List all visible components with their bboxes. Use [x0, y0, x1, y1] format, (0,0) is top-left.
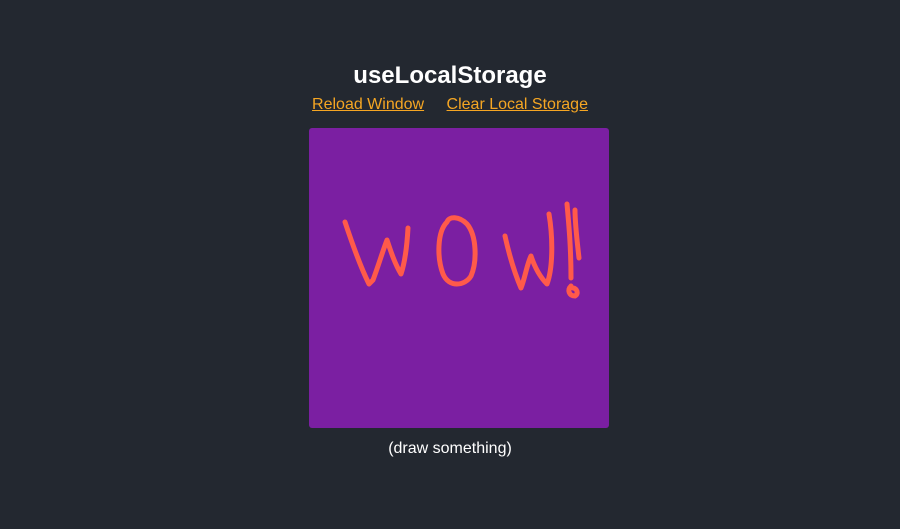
app-root: useLocalStorage Reload Window Clear Loca…	[0, 0, 900, 529]
page-title: useLocalStorage	[353, 62, 547, 89]
canvas-background	[309, 128, 609, 428]
action-links: Reload Window Clear Local Storage	[0, 94, 900, 116]
drawing-canvas[interactable]	[309, 128, 609, 428]
reload-window-link[interactable]: Reload Window	[312, 96, 424, 113]
clear-local-storage-link[interactable]: Clear Local Storage	[447, 96, 588, 113]
drawing-surface[interactable]	[309, 128, 609, 428]
canvas-caption: (draw something)	[388, 440, 512, 457]
